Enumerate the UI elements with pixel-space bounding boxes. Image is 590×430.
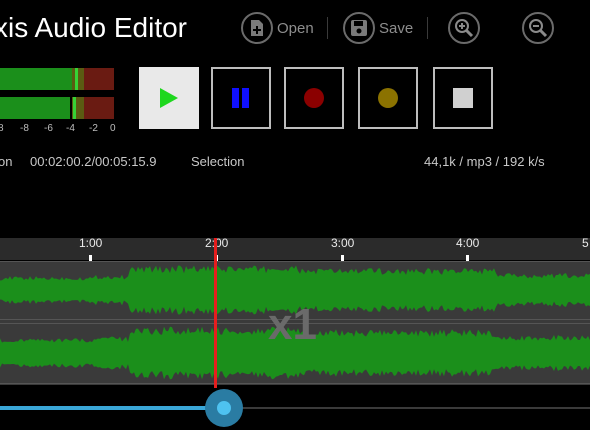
pause-icon (232, 88, 249, 108)
meter-peak-marker (75, 68, 78, 90)
meter-warn-zone (72, 68, 84, 90)
pause-button[interactable] (211, 67, 271, 129)
record-icon (304, 88, 324, 108)
scrub-handle-core (217, 401, 231, 415)
level-meter-right (0, 97, 114, 119)
record-button[interactable] (284, 67, 344, 129)
playhead[interactable] (214, 238, 217, 388)
stop-icon (453, 88, 473, 108)
ruler-tick-label: 5 (582, 236, 589, 250)
zoom-in-icon (448, 12, 480, 44)
open-label: Open (277, 19, 314, 37)
record-armed-button[interactable] (358, 67, 418, 129)
meter-clip-zone (84, 97, 114, 119)
play-button[interactable] (139, 67, 199, 129)
meter-scale-label: -8 (20, 123, 29, 134)
meter-clip-zone (84, 68, 114, 90)
play-icon (160, 88, 178, 108)
scrub-progress (0, 406, 224, 410)
zoom-out-button[interactable] (522, 9, 554, 47)
selection-label: Selection (191, 154, 245, 169)
zoom-level-label: x1 (268, 300, 317, 349)
zoom-in-button[interactable] (448, 9, 480, 47)
meter-scale-label: -4 (66, 123, 75, 134)
floppy-save-icon (343, 12, 375, 44)
save-label: Save (379, 19, 414, 37)
app-title: xis Audio Editor (0, 12, 187, 43)
ruler-tick-label: 4:00 (456, 236, 480, 250)
level-meter-left (0, 68, 114, 90)
meter-peak-marker (73, 97, 76, 119)
toolbar-divider (427, 17, 428, 39)
meter-scale-label: -6 (44, 123, 53, 134)
toolbar-divider (327, 17, 328, 39)
stop-button[interactable] (433, 67, 493, 129)
meter-scale-label: -2 (89, 123, 98, 134)
position-label: on (0, 154, 13, 169)
record-yellow-icon (378, 88, 398, 108)
ruler-tick-label: 1:00 (79, 236, 103, 250)
meter-level-bar (0, 97, 70, 119)
scrub-handle[interactable] (205, 389, 243, 427)
ruler-tick-label: 3:00 (331, 236, 355, 250)
meter-scale-label: 8 (0, 123, 4, 134)
meter-scale-label: 0 (110, 123, 116, 134)
open-button[interactable]: Open (241, 9, 314, 47)
file-open-icon (241, 12, 273, 44)
zoom-out-icon (522, 12, 554, 44)
meter-level-bar (0, 68, 72, 90)
save-button[interactable]: Save (343, 9, 413, 47)
format-info: 44,1k / mp3 / 192 k/s (424, 154, 545, 169)
position-value: 00:02:00.2/00:05:15.9 (30, 154, 157, 169)
